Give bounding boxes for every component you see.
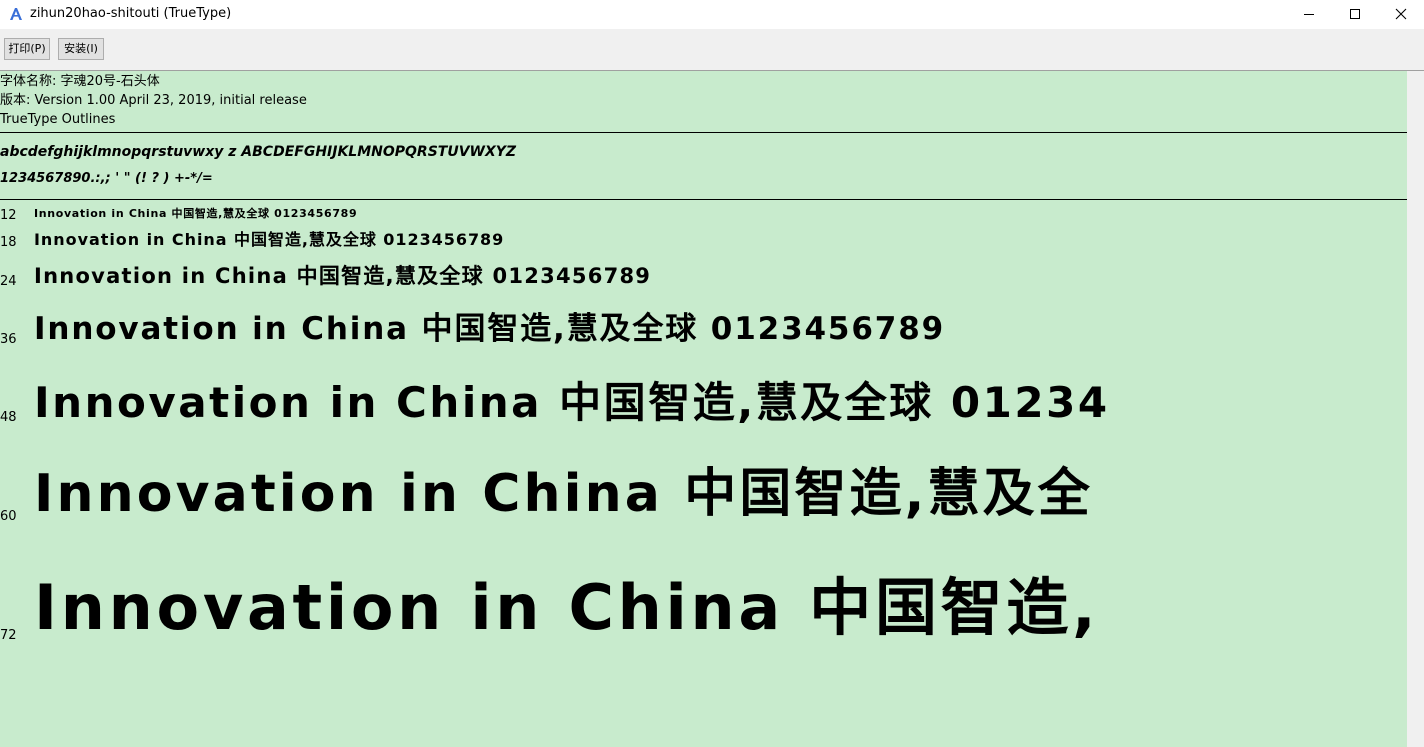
sample-text-72: Innovation in China 中国智造, xyxy=(34,571,1100,644)
sample-text-24: Innovation in China 中国智造,慧及全球 0123456789 xyxy=(34,264,652,288)
size-label: 60 xyxy=(0,509,17,524)
sample-text-36: Innovation in China 中国智造,慧及全球 0123456789 xyxy=(34,311,946,347)
charset-letters: abcdefghijklmnopqrstuvwxy z ABCDEFGHIJKL… xyxy=(0,144,517,160)
sample-text-48: Innovation in China 中国智造,慧及全球 01234 xyxy=(34,378,1110,427)
size-label: 12 xyxy=(0,208,17,223)
font-viewer-icon xyxy=(8,6,24,22)
font-type-line: TrueType Outlines xyxy=(0,112,116,127)
vertical-scrollbar[interactable] xyxy=(1407,71,1424,747)
close-button[interactable] xyxy=(1378,0,1424,29)
window-title: zihun20hao-shitouti (TrueType) xyxy=(30,6,232,21)
size-label: 18 xyxy=(0,235,17,250)
toolbar: 打印(P) 安装(I) xyxy=(0,29,1424,71)
size-label: 36 xyxy=(0,332,17,347)
maximize-icon xyxy=(1350,9,1360,19)
minimize-icon xyxy=(1304,14,1314,15)
font-preview-pane: 字体名称: 字魂20号-石头体 版本: Version 1.00 April 2… xyxy=(0,71,1407,747)
sample-text-60: Innovation in China 中国智造,慧及全 xyxy=(34,464,1093,524)
title-bar: zihun20hao-shitouti (TrueType) xyxy=(0,0,1424,29)
size-label: 48 xyxy=(0,410,17,425)
divider xyxy=(0,199,1407,200)
minimize-button[interactable] xyxy=(1286,0,1332,29)
divider xyxy=(0,132,1407,133)
maximize-button[interactable] xyxy=(1332,0,1378,29)
font-name-line: 字体名称: 字魂20号-石头体 xyxy=(0,74,160,89)
sample-text-12: Innovation in China 中国智造,慧及全球 0123456789 xyxy=(34,207,358,220)
charset-symbols: 1234567890.:,; ' " (! ? ) +-*/= xyxy=(0,171,213,186)
print-button[interactable]: 打印(P) xyxy=(4,38,50,60)
sample-text-18: Innovation in China 中国智造,慧及全球 0123456789 xyxy=(34,230,505,249)
close-icon xyxy=(1395,8,1407,20)
size-label: 24 xyxy=(0,274,17,289)
font-version-line: 版本: Version 1.00 April 23, 2019, initial… xyxy=(0,93,307,108)
install-button[interactable]: 安装(I) xyxy=(58,38,104,60)
size-label: 72 xyxy=(0,628,17,643)
